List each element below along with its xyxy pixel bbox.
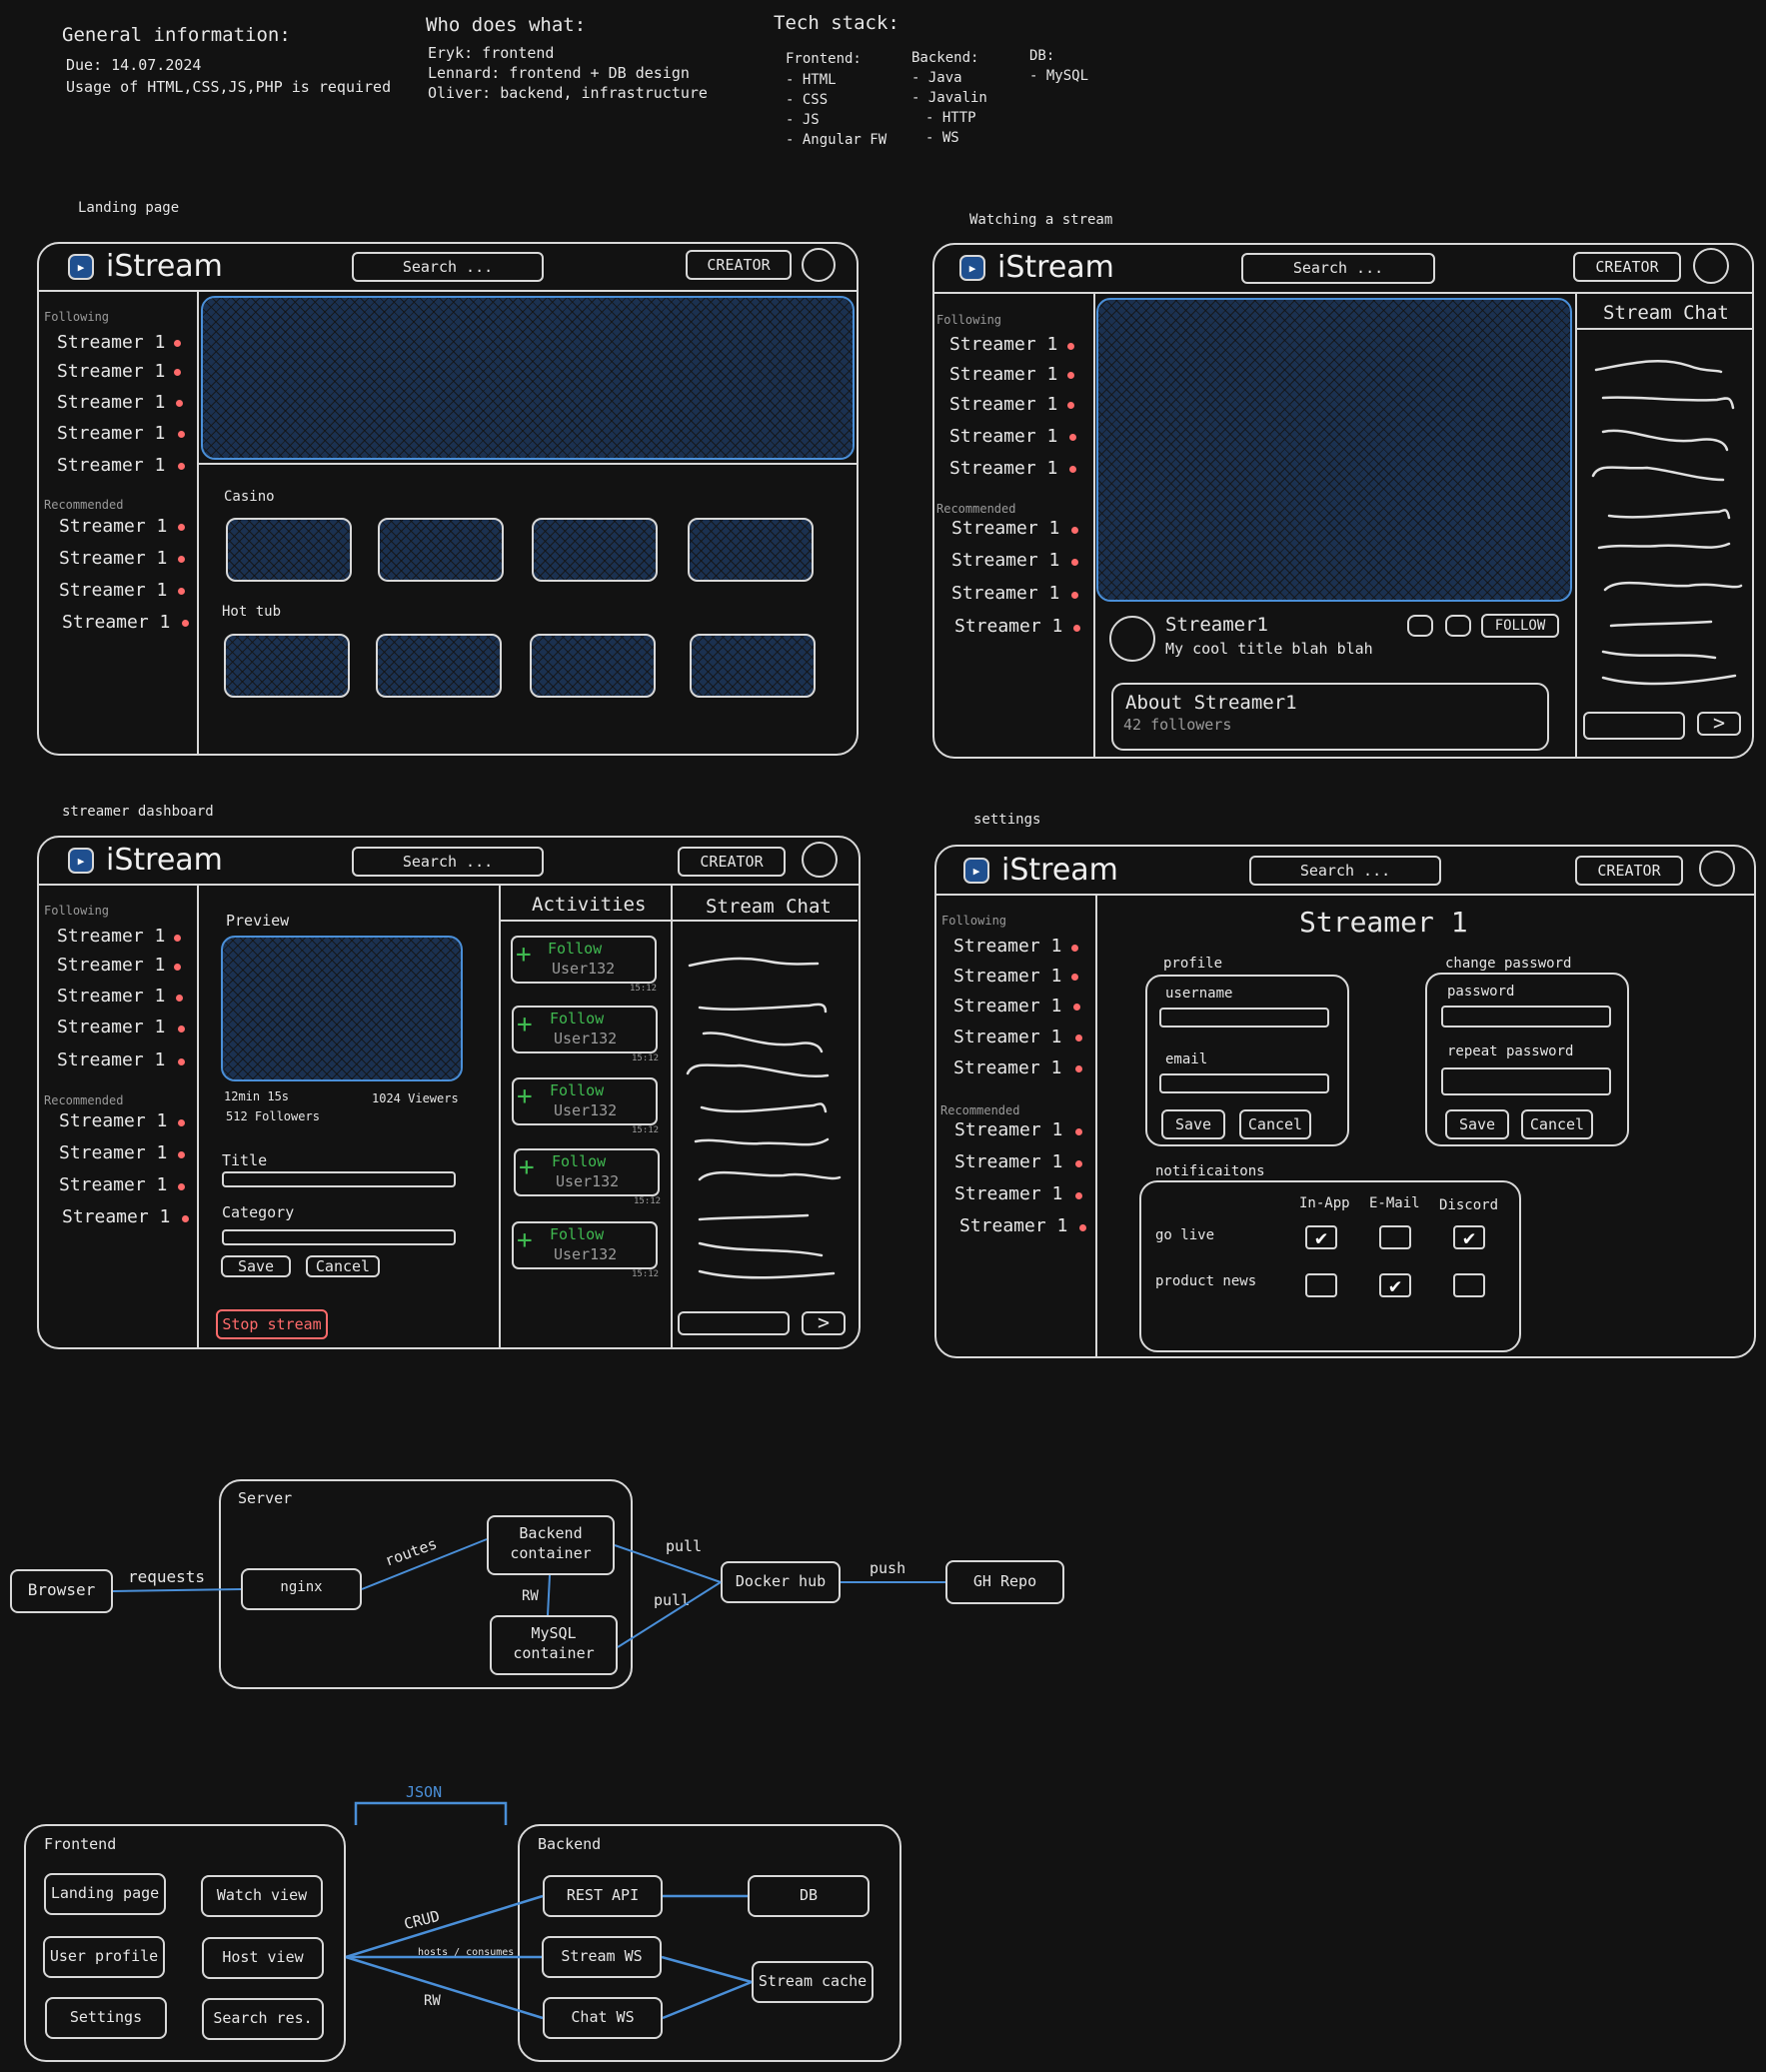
arch-connectors xyxy=(345,1801,753,2020)
chat-message-placeholder xyxy=(1601,396,1735,410)
infra-connectors xyxy=(112,1538,945,1648)
chat-message-placeholder xyxy=(702,1032,824,1053)
chat-cache-edge xyxy=(662,1980,753,2020)
chat-message-placeholder xyxy=(1594,360,1723,374)
pull-edge xyxy=(617,1581,722,1648)
chat-message-placeholder xyxy=(1601,429,1729,452)
chat-message-placeholder xyxy=(1603,581,1743,592)
routes-edge xyxy=(361,1538,488,1590)
connectors-layer xyxy=(112,360,1743,2020)
rw-edge xyxy=(547,1574,551,1616)
chat-message-placeholder xyxy=(698,1269,836,1279)
json-bracket xyxy=(354,1801,508,1825)
pull-edge xyxy=(614,1544,722,1583)
chat-message-placeholder xyxy=(700,1102,828,1113)
dashboard-chat-squiggles xyxy=(686,957,842,1279)
chat-message-placeholder xyxy=(686,1063,830,1077)
chat-message-placeholder xyxy=(698,1213,810,1221)
chat-message-placeholder xyxy=(694,1137,830,1146)
chat-message-placeholder xyxy=(698,1241,824,1257)
chat-message-placeholder xyxy=(1609,620,1713,628)
chat-message-placeholder xyxy=(1601,650,1717,660)
stream-cache-edge xyxy=(661,1955,753,1984)
chat-message-placeholder xyxy=(1601,674,1737,686)
chat-message-placeholder xyxy=(1607,509,1731,520)
chat-message-placeholder xyxy=(688,957,820,968)
crud-edge xyxy=(345,1894,544,1959)
requests-edge xyxy=(112,1588,242,1592)
chat-message-placeholder xyxy=(1597,542,1731,550)
chat-message-placeholder xyxy=(698,1003,828,1014)
chat-message-placeholder xyxy=(1591,466,1725,482)
chat-message-placeholder xyxy=(698,1170,842,1181)
chat-squiggles xyxy=(1591,360,1743,686)
rw-edge xyxy=(345,1955,544,2020)
